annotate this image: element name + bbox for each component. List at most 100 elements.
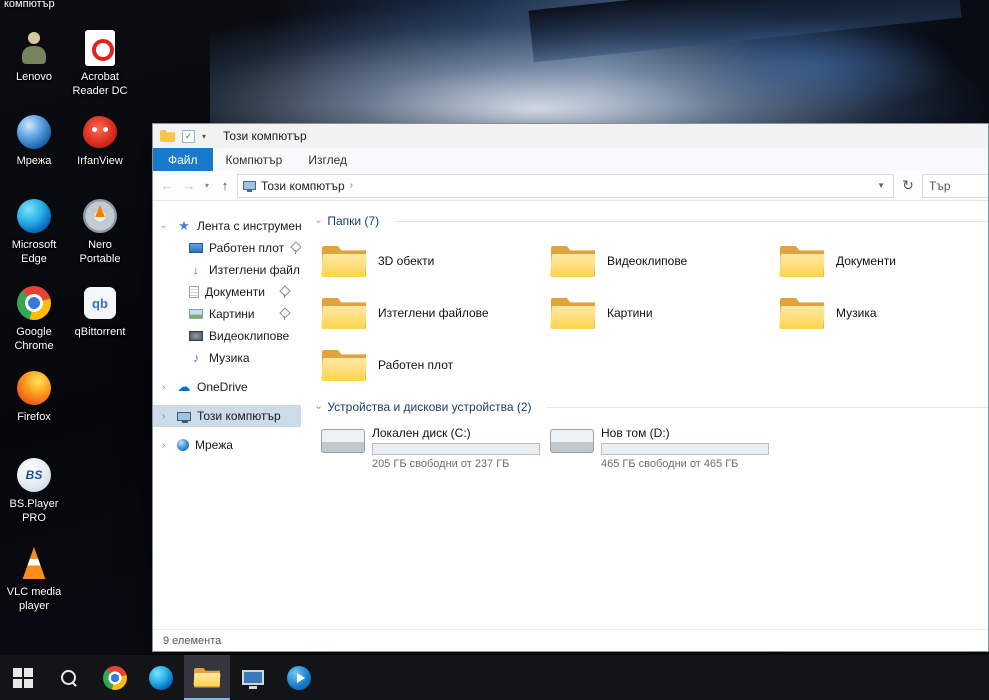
- search-text: Тър: [929, 178, 951, 193]
- desktop-icon-nero[interactable]: Nero Portable: [68, 196, 132, 267]
- desktop-icon-firefox[interactable]: Firefox: [2, 368, 66, 425]
- folder-tile-videos[interactable]: Видеоклипове: [546, 235, 775, 287]
- folder-tile-pictures[interactable]: Картини: [546, 287, 775, 339]
- explorer-logo-icon: [160, 130, 175, 142]
- drives-grid: Локален диск (C:) 205 ГБ свободни от 237…: [317, 425, 988, 470]
- sidebar-item-onedrive[interactable]: › OneDrive: [153, 376, 301, 398]
- back-button[interactable]: ←: [157, 178, 177, 193]
- breadcrumb[interactable]: Този компютър: [261, 179, 345, 193]
- section-header-drives[interactable]: › Устройства и дискови устройства (2): [313, 397, 988, 417]
- sidebar-item-pictures[interactable]: Картини: [153, 303, 301, 325]
- sidebar-item-quick-access[interactable]: › Лента с инструменти: [153, 215, 301, 237]
- search-input[interactable]: Тър: [922, 173, 988, 198]
- folder-tile-music[interactable]: Музика: [775, 287, 988, 339]
- forward-button[interactable]: →: [179, 178, 199, 193]
- desktop-icon-lenovo[interactable]: Lenovo: [2, 28, 66, 85]
- taskbar-search-button[interactable]: [46, 655, 92, 700]
- desktop-icon-chrome[interactable]: Google Chrome: [2, 283, 66, 354]
- tab-computer[interactable]: Компютър: [213, 148, 296, 171]
- sidebar-item-documents[interactable]: Документи: [153, 281, 301, 303]
- history-dropdown-icon[interactable]: ▾: [201, 181, 213, 190]
- desktop-icon-label: Firefox: [17, 411, 51, 423]
- folder-icon: [321, 295, 367, 331]
- sidebar-item-label: OneDrive: [197, 380, 248, 394]
- folder-icon: [321, 347, 367, 383]
- refresh-button[interactable]: ↻: [896, 174, 920, 198]
- taskbar-file-explorer-button[interactable]: [184, 655, 230, 700]
- chrome-icon: [14, 283, 54, 323]
- sidebar-item-downloads[interactable]: Изтеглени файл: [153, 259, 301, 281]
- folder-tile-3d-objects[interactable]: 3D обекти: [317, 235, 546, 287]
- desktop-icon-qbittorrent[interactable]: qb qBittorrent: [68, 283, 132, 340]
- sidebar-item-label: Видеоклипове: [209, 329, 290, 343]
- hard-drive-icon: [550, 425, 594, 455]
- irfanview-icon: [80, 112, 120, 152]
- sidebar-item-label: Мрежа: [195, 438, 233, 452]
- folder-tile-desktop[interactable]: Работен плот: [317, 339, 546, 391]
- address-box[interactable]: Този компютър › ▼: [237, 173, 894, 198]
- desktop-icon-label: Lenovo: [15, 71, 53, 83]
- sidebar-item-label: Картини: [209, 307, 255, 321]
- checkmark-icon[interactable]: ✓: [182, 129, 195, 143]
- capacity-bar: [601, 443, 769, 455]
- breadcrumb-chevron-icon[interactable]: ›: [350, 180, 353, 191]
- desktop-icon-network[interactable]: Мрежа: [2, 112, 66, 169]
- drive-free-space: 465 ГБ свободни от 465 ГБ: [601, 458, 739, 470]
- sidebar-item-music[interactable]: Музика: [153, 347, 301, 369]
- desktop-icon-edge[interactable]: Microsoft Edge: [2, 196, 66, 267]
- section-header-folders[interactable]: › Папки (7): [313, 211, 988, 231]
- acrobat-reader-icon: [80, 28, 120, 68]
- drive-info: Локален диск (C:) 205 ГБ свободни от 237…: [372, 425, 540, 470]
- desktop-icon-acrobat[interactable]: Acrobat Reader DC: [68, 28, 132, 99]
- desktop-icon-bsplayer[interactable]: BS BS.Player PRO: [2, 455, 66, 526]
- desktop-icon-label: Nero Portable: [79, 239, 121, 265]
- taskbar-edge-button[interactable]: [138, 655, 184, 700]
- chevron-icon[interactable]: ›: [162, 382, 165, 393]
- chrome-icon: [103, 665, 127, 690]
- sidebar-item-label: Този компютър: [197, 409, 281, 423]
- drive-tile-c[interactable]: Локален диск (C:) 205 ГБ свободни от 237…: [317, 425, 546, 470]
- title-bar[interactable]: ✓ ▾ Този компютър: [153, 124, 988, 148]
- tab-file[interactable]: Файл: [153, 148, 213, 171]
- taskbar-chrome-button[interactable]: [92, 655, 138, 700]
- up-button[interactable]: ↑: [215, 178, 235, 193]
- videos-icon: [189, 331, 203, 341]
- start-button[interactable]: [0, 655, 46, 700]
- folder-tile-documents[interactable]: Документи: [775, 235, 988, 287]
- sidebar-item-label: Изтеглени файл: [209, 263, 300, 277]
- folder-icon: [550, 243, 596, 279]
- file-explorer-icon: [194, 668, 220, 688]
- drive-free-space: 205 ГБ свободни от 237 ГБ: [372, 458, 510, 470]
- tab-view[interactable]: Изглед: [295, 148, 360, 171]
- desktop-icon-irfanview[interactable]: IrfanView: [68, 112, 132, 169]
- chevron-down-icon[interactable]: ▾: [202, 132, 206, 141]
- pin-icon: [279, 308, 289, 320]
- folder-label: Видеоклипове: [607, 254, 688, 268]
- sidebar-item-desktop[interactable]: Работен плот: [153, 237, 301, 259]
- sidebar-item-this-pc[interactable]: › Този компютър: [153, 405, 301, 427]
- drive-tile-d[interactable]: Нов том (D:) 465 ГБ свободни от 465 ГБ: [546, 425, 775, 470]
- section-title: Папки (7): [327, 214, 380, 228]
- capacity-bar: [372, 443, 540, 455]
- this-pc-icon: [177, 411, 191, 423]
- address-dropdown-icon[interactable]: ▼: [877, 181, 888, 190]
- folder-label: Музика: [836, 306, 877, 320]
- computer-icon: [243, 181, 256, 192]
- folder-tile-downloads[interactable]: Изтеглени файлове: [317, 287, 546, 339]
- drive-name: Нов том (D:): [601, 426, 670, 440]
- collapse-chevron-icon[interactable]: ›: [313, 405, 324, 408]
- sidebar-item-videos[interactable]: Видеоклипове: [153, 325, 301, 347]
- desktop-icon-vlc[interactable]: VLC media player: [2, 543, 66, 614]
- window-title: Този компютър: [223, 129, 307, 143]
- sidebar-item-network[interactable]: › Мрежа: [153, 434, 301, 456]
- collapse-chevron-icon[interactable]: ›: [313, 219, 324, 222]
- file-explorer-window: ✓ ▾ Този компютър Файл Компютър Изглед ←…: [152, 123, 989, 652]
- chevron-icon[interactable]: ›: [162, 440, 165, 451]
- taskbar-monitor-app-button[interactable]: [230, 655, 276, 700]
- chevron-icon[interactable]: ›: [162, 411, 165, 422]
- chevron-icon[interactable]: ›: [158, 224, 169, 227]
- pictures-icon: [189, 309, 203, 319]
- folder-label: Документи: [836, 254, 896, 268]
- taskbar-media-app-button[interactable]: [276, 655, 322, 700]
- vlc-cone-icon: [14, 543, 54, 583]
